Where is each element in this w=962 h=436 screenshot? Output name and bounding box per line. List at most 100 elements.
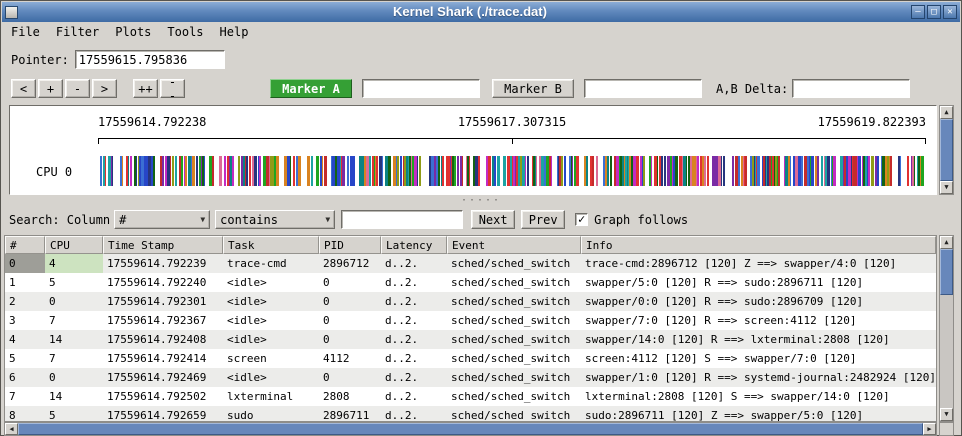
table-row[interactable]: 41417559614.792408<idle>0d..2.sched/sche… bbox=[5, 330, 936, 349]
scroll-up-icon[interactable]: ▲ bbox=[940, 236, 953, 249]
maximize-icon[interactable]: □ bbox=[927, 5, 941, 19]
trace-event-bar[interactable] bbox=[460, 156, 462, 186]
trace-event-bar[interactable] bbox=[622, 156, 624, 186]
trace-event-bar[interactable] bbox=[434, 156, 436, 186]
trace-event-bar[interactable] bbox=[412, 156, 414, 186]
trace-event-bar[interactable] bbox=[549, 156, 551, 186]
trace-event-bar[interactable] bbox=[664, 156, 666, 186]
trace-event-bar[interactable] bbox=[212, 156, 214, 186]
trace-event-bar[interactable] bbox=[704, 156, 706, 186]
trace-event-bar[interactable] bbox=[863, 156, 865, 186]
trace-event-bar[interactable] bbox=[707, 156, 709, 186]
marker-b-input[interactable] bbox=[584, 79, 702, 98]
trace-event-bar[interactable] bbox=[332, 156, 335, 186]
table-row[interactable]: 8517559614.792659sudo2896711d..2.sched/s… bbox=[5, 406, 936, 422]
menu-item-filter[interactable]: Filter bbox=[48, 24, 107, 41]
trace-event-bar[interactable] bbox=[793, 156, 795, 186]
trace-event-bar[interactable] bbox=[379, 156, 382, 186]
trace-event-bar[interactable] bbox=[715, 156, 718, 186]
trace-event-bar[interactable] bbox=[230, 156, 232, 186]
trace-event-bar[interactable] bbox=[871, 156, 874, 186]
marker-a-input[interactable] bbox=[362, 79, 480, 98]
scroll-right-icon[interactable]: ▶ bbox=[923, 423, 936, 435]
table-row[interactable]: 5717559614.792414screen4112d..2.sched/sc… bbox=[5, 349, 936, 368]
zoom-out-fast-button[interactable]: - - bbox=[160, 79, 185, 98]
trace-event-bar[interactable] bbox=[670, 156, 672, 186]
trace-event-bar[interactable] bbox=[141, 156, 144, 186]
trace-event-bar[interactable] bbox=[100, 156, 102, 186]
trace-event-bar[interactable] bbox=[478, 156, 480, 186]
minimize-icon[interactable]: – bbox=[911, 5, 925, 19]
trace-event-bar[interactable] bbox=[801, 156, 803, 186]
trace-event-bar[interactable] bbox=[196, 156, 198, 186]
trace-event-bar[interactable] bbox=[752, 156, 754, 186]
table-row[interactable]: 1517559614.792240<idle>0d..2.sched/sched… bbox=[5, 273, 936, 292]
trace-event-bar[interactable] bbox=[592, 156, 594, 186]
trace-event-bar[interactable] bbox=[821, 156, 823, 186]
trace-event-bar[interactable] bbox=[848, 156, 851, 186]
table-row[interactable]: 6017559614.792469<idle>0d..2.sched/sched… bbox=[5, 368, 936, 387]
trace-event-bar[interactable] bbox=[388, 156, 391, 186]
trace-event-bar[interactable] bbox=[442, 156, 444, 186]
column-header-num[interactable]: # bbox=[5, 236, 45, 254]
trace-event-bar[interactable] bbox=[181, 156, 183, 186]
trace-event-bar[interactable] bbox=[921, 156, 924, 186]
trace-event-bar[interactable] bbox=[160, 156, 162, 186]
trace-event-bar[interactable] bbox=[775, 156, 777, 186]
trace-event-bar[interactable] bbox=[393, 156, 396, 186]
trace-event-bar[interactable] bbox=[620, 156, 622, 186]
trace-event-bar[interactable] bbox=[694, 156, 696, 186]
trace-event-bar[interactable] bbox=[246, 156, 248, 186]
trace-event-bar[interactable] bbox=[467, 156, 469, 186]
trace-event-bar[interactable] bbox=[732, 156, 734, 186]
trace-event-bar[interactable] bbox=[827, 156, 830, 186]
table-row[interactable]: 0417559614.792239trace-cmd2896712d..2.sc… bbox=[5, 254, 936, 273]
trace-event-bar[interactable] bbox=[763, 156, 765, 186]
table-scrollbar[interactable]: ▲ ▼ bbox=[939, 235, 954, 422]
trace-event-bar[interactable] bbox=[446, 156, 448, 186]
trace-event-bar[interactable] bbox=[232, 156, 234, 186]
trace-event-bar[interactable] bbox=[603, 156, 605, 186]
trace-event-bar[interactable] bbox=[607, 156, 609, 186]
search-column-select[interactable]: # ▼ bbox=[114, 210, 210, 229]
trace-event-bar[interactable] bbox=[192, 156, 195, 186]
trace-event-bar[interactable] bbox=[366, 156, 369, 186]
trace-event-bar[interactable] bbox=[347, 156, 349, 186]
trace-event-bar[interactable] bbox=[700, 156, 702, 186]
trace-event-bar[interactable] bbox=[522, 156, 525, 186]
scroll-up-icon[interactable]: ▲ bbox=[940, 106, 953, 119]
menu-item-help[interactable]: Help bbox=[212, 24, 257, 41]
trace-event-bar[interactable] bbox=[596, 156, 598, 186]
menu-item-file[interactable]: File bbox=[3, 24, 48, 41]
trace-event-bar[interactable] bbox=[907, 156, 909, 186]
column-header-cpu[interactable]: CPU bbox=[45, 236, 103, 254]
graph-scrollbar-thumb[interactable] bbox=[940, 119, 953, 181]
zoom-out-button[interactable]: - bbox=[65, 79, 90, 98]
trace-event-bar[interactable] bbox=[918, 156, 920, 186]
trace-event-bar[interactable] bbox=[741, 156, 743, 186]
trace-event-bar[interactable] bbox=[697, 156, 699, 186]
trace-event-bar[interactable] bbox=[690, 156, 692, 186]
graph-follows-checkbox[interactable]: ✓ bbox=[575, 213, 588, 226]
column-header-event[interactable]: Event bbox=[447, 236, 581, 254]
trace-event-bar[interactable] bbox=[675, 156, 678, 186]
trace-event-bar[interactable] bbox=[586, 156, 588, 186]
menu-item-plots[interactable]: Plots bbox=[107, 24, 159, 41]
trace-event-bar[interactable] bbox=[372, 156, 374, 186]
trace-event-bar[interactable] bbox=[643, 156, 645, 186]
trace-event-bar[interactable] bbox=[202, 156, 204, 186]
trace-event-bar[interactable] bbox=[252, 156, 254, 186]
trace-event-bar[interactable] bbox=[108, 156, 111, 186]
trace-event-bar[interactable] bbox=[103, 156, 105, 186]
trace-event-bar[interactable] bbox=[361, 156, 364, 186]
trace-event-bar[interactable] bbox=[139, 156, 141, 186]
trace-event-bar[interactable] bbox=[243, 156, 245, 186]
trace-event-bar[interactable] bbox=[452, 156, 454, 186]
trace-event-bar[interactable] bbox=[527, 156, 529, 186]
marker-a-button[interactable]: Marker A bbox=[270, 79, 352, 98]
graph-panel[interactable]: 17559614.792238 17559617.307315 17559619… bbox=[9, 105, 937, 195]
trace-event-bar[interactable] bbox=[877, 156, 879, 186]
trace-event-bar[interactable] bbox=[293, 156, 295, 186]
trace-event-bar[interactable] bbox=[488, 156, 491, 186]
splitter-handle[interactable]: ····· bbox=[1, 197, 961, 207]
